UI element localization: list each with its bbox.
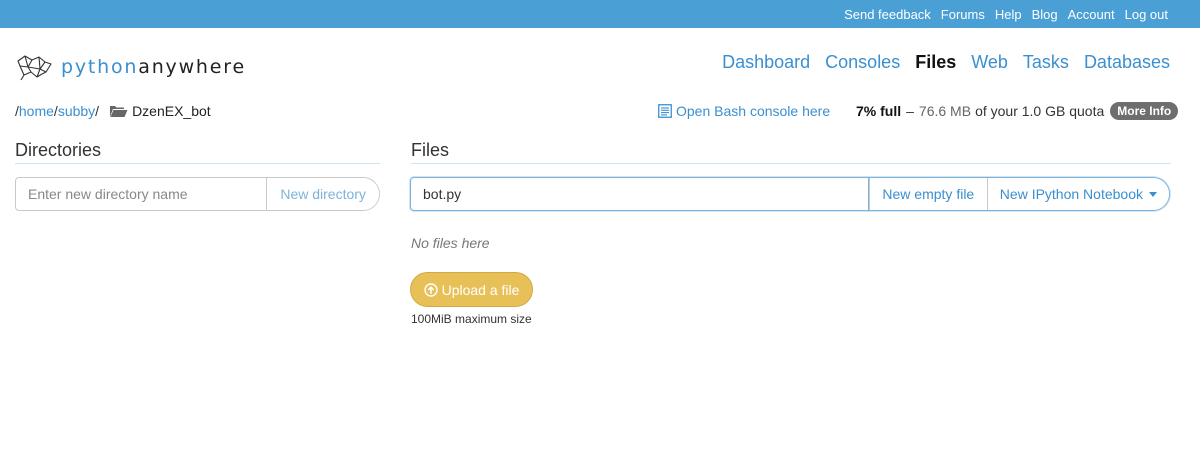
nav-dashboard[interactable]: Dashboard	[722, 52, 810, 73]
new-ipython-notebook-label: New IPython Notebook	[999, 186, 1143, 202]
open-bash-console-label: Open Bash console here	[676, 103, 831, 119]
directories-divider	[15, 163, 380, 164]
nav-databases[interactable]: Databases	[1084, 52, 1170, 73]
upload-arrow-icon	[423, 282, 442, 297]
pythonanywhere-logo[interactable]: pythonanywhere	[15, 52, 246, 82]
upload-file-button[interactable]: Upload a file	[410, 272, 533, 307]
quota-dash: –	[906, 103, 914, 119]
quota-rest: of your 1.0 GB quota	[975, 103, 1105, 119]
top-bar: Send feedback Forums Help Blog Account L…	[0, 0, 1200, 28]
chevron-down-icon	[1149, 191, 1157, 197]
new-directory-input[interactable]	[16, 178, 267, 210]
storage-quota: 7% full – 76.6 MB of your 1.0 GB quota M…	[856, 102, 1179, 120]
nav-files[interactable]: Files	[915, 52, 956, 73]
console-icon	[658, 104, 676, 118]
files-divider	[411, 163, 1171, 164]
help-link[interactable]: Help	[995, 7, 1022, 22]
breadcrumb: / home / subby / DzenEX_bot	[15, 103, 211, 119]
more-info-badge[interactable]: More Info	[1110, 102, 1179, 120]
new-file-form: New empty file New IPython Notebook	[410, 177, 1170, 211]
blog-link[interactable]: Blog	[1032, 7, 1058, 22]
upload-size-limit: 100MiB maximum size	[411, 312, 532, 326]
folder-open-icon	[109, 104, 128, 118]
directories-title: Directories	[15, 140, 102, 160]
upload-file-label: Upload a file	[441, 281, 520, 298]
new-directory-button[interactable]: New directory	[266, 178, 379, 210]
top-links: Send feedback Forums Help Blog Account L…	[834, 0, 1168, 28]
open-bash-console-link[interactable]: Open Bash console here	[658, 103, 830, 119]
nav-tasks[interactable]: Tasks	[1023, 52, 1069, 73]
empty-files-message: No files here	[411, 235, 490, 251]
quota-used: 76.6 MB	[918, 103, 972, 119]
main-nav: Dashboard Consoles Files Web Tasks Datab…	[707, 52, 1170, 73]
breadcrumb-current-directory: DzenEX_bot	[132, 103, 211, 119]
new-directory-form: New directory	[15, 177, 380, 211]
new-ipython-notebook-button[interactable]: New IPython Notebook	[986, 178, 1169, 210]
nav-consoles[interactable]: Consoles	[825, 52, 900, 73]
breadcrumb-user-link[interactable]: subby	[58, 103, 95, 119]
forums-link[interactable]: Forums	[941, 7, 985, 22]
files-title: Files	[411, 140, 450, 160]
quota-percent: 7% full	[856, 103, 902, 119]
new-file-input[interactable]	[411, 178, 869, 210]
breadcrumb-separator: /	[95, 103, 100, 119]
python-snake-logo-icon	[15, 52, 55, 82]
logout-link[interactable]: Log out	[1125, 7, 1168, 22]
send-feedback-link[interactable]: Send feedback	[844, 7, 931, 22]
new-empty-file-button[interactable]: New empty file	[868, 178, 987, 210]
breadcrumb-home-link[interactable]: home	[19, 103, 54, 119]
logo-text: pythonanywhere	[61, 56, 246, 78]
nav-web[interactable]: Web	[971, 52, 1008, 73]
account-link[interactable]: Account	[1068, 7, 1115, 22]
